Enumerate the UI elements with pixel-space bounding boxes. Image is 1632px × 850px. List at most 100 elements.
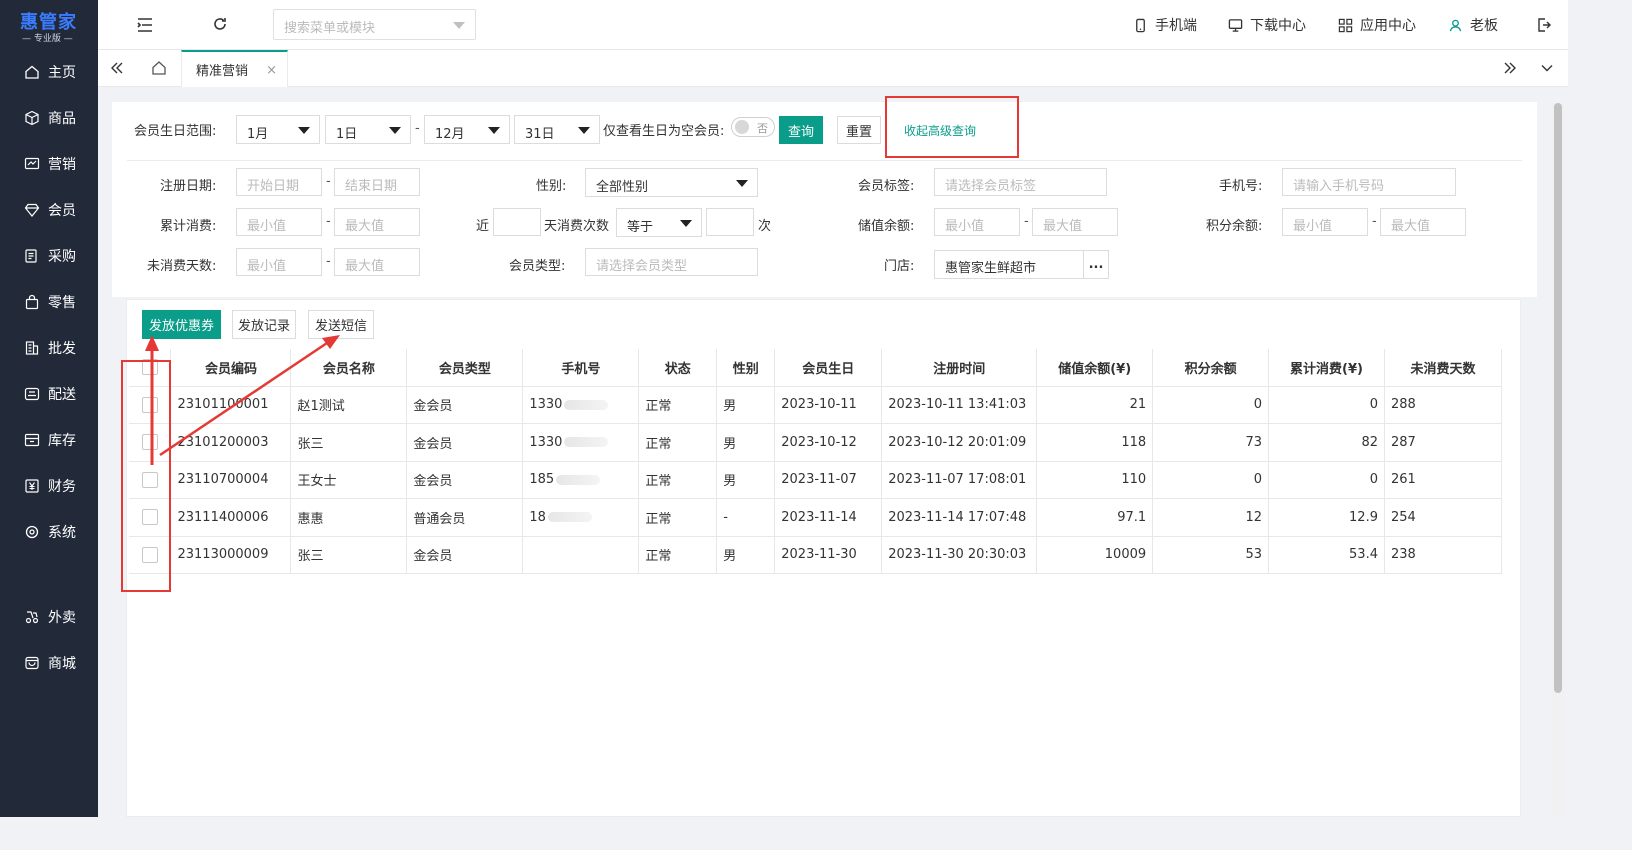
sidebar-item-6[interactable]: 批发: [0, 328, 98, 368]
cell-gender: 男: [716, 461, 776, 499]
total-spend-max-input[interactable]: 最大值: [334, 208, 420, 236]
near-days-input[interactable]: [493, 208, 541, 236]
sidebar-item-label: 批发: [48, 341, 76, 357]
stored-balance-label: 储值余额:: [858, 219, 915, 234]
range-dash: -: [1372, 214, 1377, 229]
birth-to-month-select[interactable]: 12月: [424, 115, 510, 144]
cell-phone: 1330: [522, 386, 640, 424]
gender-select[interactable]: 全部性别: [585, 168, 758, 197]
store-select[interactable]: 惠管家生鲜超市: [934, 250, 1084, 279]
cell-reg-time: 2023-11-30 20:30:03: [881, 536, 1038, 574]
inactive-max-input[interactable]: 最大值: [334, 248, 420, 276]
member-tag-select[interactable]: 请选择会员标签: [934, 168, 1107, 196]
scrollbar-thumb[interactable]: [1554, 103, 1562, 693]
table-row[interactable]: 23111400006 惠惠 普通会员 18 正常 -2023-11-14 2023-11-…: [129, 498, 1503, 537]
member-type-select[interactable]: 请选择会员类型: [585, 248, 758, 276]
sidebar: 惠管家 — 专业版 — 主页商品营销会员采购零售批发配送库存财务系统外卖商城: [0, 0, 98, 817]
cell-stored: 97.1: [1036, 498, 1154, 537]
points-max-input[interactable]: 最大值: [1380, 208, 1466, 236]
stored-min-input[interactable]: 最小值: [934, 208, 1020, 236]
cube-icon: [24, 110, 40, 126]
birth-to-day-select[interactable]: 31日: [514, 115, 600, 144]
cell-days: 288: [1384, 386, 1503, 424]
gear-icon: [24, 524, 40, 540]
points-min-input[interactable]: 最小值: [1282, 208, 1368, 236]
compare-operator-select[interactable]: 等于: [616, 208, 702, 237]
sidebar-item-3[interactable]: 会员: [0, 190, 98, 230]
sidebar-item-label: 商城: [48, 656, 76, 672]
sidebar-item-7[interactable]: 配送: [0, 374, 98, 414]
sidebar-item-4[interactable]: 采购: [0, 236, 98, 276]
takeout-icon: [24, 609, 40, 625]
cell-days: 238: [1384, 536, 1503, 574]
mobile-link[interactable]: 手机端: [1133, 0, 1197, 50]
chevron-down-icon[interactable]: [1540, 61, 1554, 75]
home-tab-icon[interactable]: [150, 59, 168, 77]
sidebar-item-label: 主页: [48, 65, 76, 81]
sidebar-item-9[interactable]: 财务: [0, 466, 98, 506]
cell-points: 0: [1152, 461, 1270, 499]
cell-gender: 男: [716, 423, 776, 462]
sidebar-item-1[interactable]: 商品: [0, 98, 98, 138]
tabs-bar: 精准营销 ×: [98, 50, 1568, 87]
cell-spend: 0: [1268, 386, 1385, 424]
cell-reg-time: 2023-11-14 17:07:48: [881, 498, 1038, 537]
cell-stored: 118: [1036, 423, 1154, 462]
tab-precision-marketing[interactable]: 精准营销 ×: [181, 50, 288, 87]
menu-toggle-icon[interactable]: [136, 16, 154, 34]
birth-from-month-select[interactable]: 1月: [236, 115, 320, 144]
logout-icon[interactable]: [1536, 17, 1552, 33]
refresh-icon[interactable]: [212, 16, 228, 32]
caret-down-icon: [488, 127, 500, 134]
cell-points: 73: [1152, 423, 1270, 462]
reg-start-date-input[interactable]: 开始日期: [236, 168, 322, 196]
logo: 惠管家 — 专业版 —: [0, 0, 98, 48]
cell-points: 0: [1152, 386, 1270, 424]
birth-from-day-select[interactable]: 1日: [325, 115, 411, 144]
sidebar-item-11[interactable]: 外卖: [0, 597, 98, 637]
gender-label: 性别:: [536, 179, 567, 194]
home-icon: [24, 64, 40, 80]
user-menu[interactable]: 老板: [1448, 0, 1498, 50]
store-more-button[interactable]: ...: [1083, 250, 1109, 279]
filter-divider: [127, 160, 1522, 161]
days-count-label: 天消费次数: [544, 219, 610, 234]
cell-points: 53: [1152, 536, 1270, 574]
redacted-phone: [564, 437, 609, 448]
table-row[interactable]: 23113000009 张三 金会员 正常男 2023-11-30 2023-11-30 …: [129, 536, 1503, 574]
sidebar-item-2[interactable]: 营销: [0, 144, 98, 184]
sidebar-item-5[interactable]: 零售: [0, 282, 98, 322]
sidebar-item-0[interactable]: 主页: [0, 52, 98, 92]
cell-birthday: 2023-10-12: [774, 423, 883, 462]
menu-search-input[interactable]: 搜索菜单或模块: [273, 9, 476, 40]
stored-max-input[interactable]: 最大值: [1032, 208, 1118, 236]
sidebar-item-12[interactable]: 商城: [0, 643, 98, 683]
scroll-tabs-right-icon[interactable]: [1502, 60, 1518, 76]
query-button[interactable]: 查询: [779, 116, 823, 144]
download-center-link[interactable]: 下载中心: [1228, 0, 1306, 50]
close-tab-icon[interactable]: ×: [266, 63, 277, 78]
times-input[interactable]: [706, 208, 754, 236]
phone-input[interactable]: 请输入手机号码: [1282, 168, 1456, 196]
header-points: 积分余额: [1152, 349, 1270, 387]
app-center-link[interactable]: 应用中心: [1338, 0, 1416, 50]
header-status: 状态: [638, 349, 718, 387]
caret-down-icon: [298, 127, 310, 134]
reset-button[interactable]: 重置: [837, 116, 881, 144]
empty-birthday-toggle[interactable]: 否: [731, 117, 775, 137]
cell-phone: 18: [522, 498, 640, 537]
total-spend-min-input[interactable]: 最小值: [236, 208, 322, 236]
sidebar-item-8[interactable]: 库存: [0, 420, 98, 460]
sidebar-item-label: 商品: [48, 111, 76, 127]
reg-end-date-input[interactable]: 结束日期: [334, 168, 420, 196]
sidebar-item-label: 财务: [48, 479, 76, 495]
header-stored: 储值余额(¥): [1036, 349, 1154, 387]
bag-icon: [24, 294, 40, 310]
scroll-tabs-left-icon[interactable]: [109, 60, 125, 76]
page-scrollbar[interactable]: [1552, 103, 1564, 817]
yen-icon: [24, 478, 40, 494]
sidebar-item-10[interactable]: 系统: [0, 512, 98, 552]
redacted-phone: [547, 512, 592, 523]
cell-birthday: 2023-11-30: [774, 536, 883, 574]
inactive-min-input[interactable]: 最小值: [236, 248, 322, 276]
